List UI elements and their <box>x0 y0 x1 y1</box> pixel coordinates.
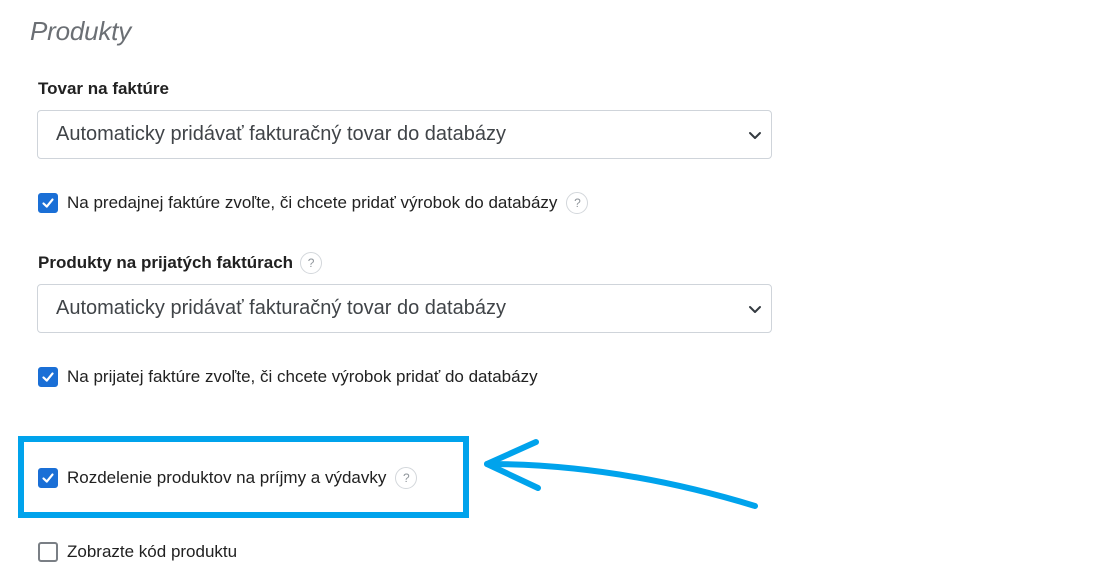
show-code-checkbox-row: Zobrazte kód produktu <box>38 542 237 562</box>
invoice-goods-select-value: Automaticky pridávať fakturačný tovar do… <box>56 123 506 145</box>
show-code-checkbox[interactable] <box>38 542 58 562</box>
help-icon[interactable]: ? <box>566 192 589 214</box>
split-products-checkbox[interactable] <box>38 468 58 488</box>
invoice-goods-label-text: Tovar na faktúre <box>38 79 170 98</box>
split-products-checkbox-row: Rozdelenie produktov na príjmy a výdavky… <box>38 467 418 489</box>
help-icon[interactable]: ? <box>300 252 323 274</box>
received-products-label-text: Produkty na prijatých faktúrach <box>38 253 294 272</box>
section-title: Produkty <box>30 16 132 46</box>
checkmark-icon <box>42 372 54 382</box>
received-products-checkbox-label[interactable]: Na prijatej faktúre zvoľte, či chcete vý… <box>67 367 538 387</box>
invoice-goods-checkbox-label[interactable]: Na predajnej faktúre zvoľte, či chcete p… <box>67 193 557 213</box>
invoice-goods-label: Tovar na faktúre <box>38 79 169 99</box>
split-products-checkbox-label[interactable]: Rozdelenie produktov na príjmy a výdavky <box>67 468 386 488</box>
received-products-checkbox-row: Na prijatej faktúre zvoľte, či chcete vý… <box>38 367 538 387</box>
checkmark-icon <box>42 198 54 208</box>
checkmark-icon <box>42 473 54 483</box>
annotation-arrow-icon <box>484 439 758 509</box>
invoice-goods-checkbox[interactable] <box>38 193 58 213</box>
received-products-select[interactable]: Automaticky pridávať fakturačný tovar do… <box>37 284 772 333</box>
invoice-goods-select[interactable]: Automaticky pridávať fakturačný tovar do… <box>37 110 772 159</box>
settings-page: Produkty Tovar na faktúre Automaticky pr… <box>0 0 1118 582</box>
received-products-checkbox[interactable] <box>38 367 58 387</box>
received-products-label: Produkty na prijatých faktúrach ? <box>38 252 323 274</box>
chevron-down-icon <box>749 305 761 313</box>
show-code-checkbox-label[interactable]: Zobrazte kód produktu <box>67 542 237 562</box>
invoice-goods-checkbox-row: Na predajnej faktúre zvoľte, či chcete p… <box>38 192 589 214</box>
chevron-down-icon <box>749 131 761 139</box>
received-products-select-value: Automaticky pridávať fakturačný tovar do… <box>56 297 506 319</box>
help-icon[interactable]: ? <box>395 467 418 489</box>
